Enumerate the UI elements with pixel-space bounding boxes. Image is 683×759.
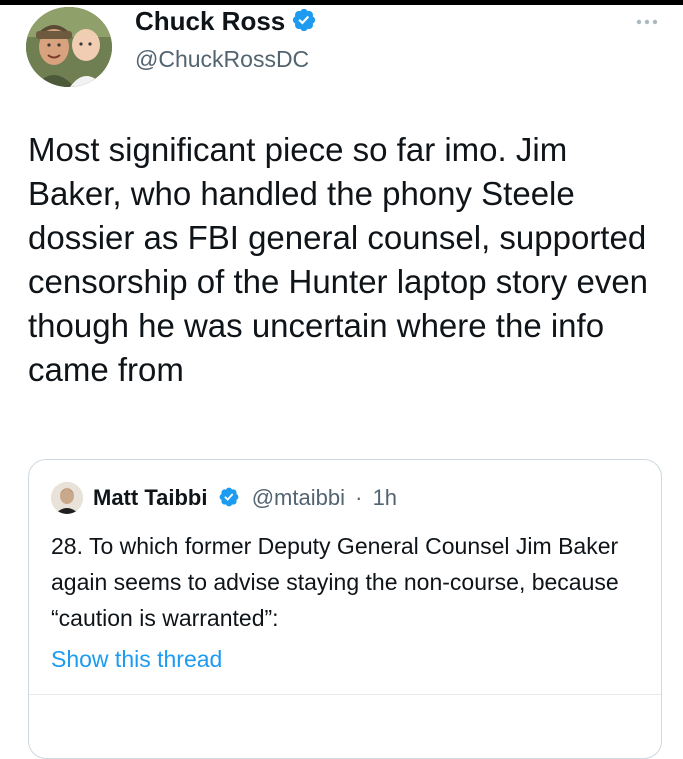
quoted-author-name[interactable]: Matt Taibbi [93,485,207,510]
verified-badge-icon [218,486,240,515]
quoted-header: Matt Taibbi @mtaibbi · 1h [93,484,397,515]
verified-badge-icon [291,7,317,39]
more-options-icon[interactable] [635,14,659,26]
quoted-separator: · [355,485,363,510]
author-name[interactable]: Chuck Ross [135,6,285,36]
quoted-author-handle[interactable]: @mtaibbi [252,485,345,510]
quoted-divider [29,694,661,695]
show-thread-link[interactable]: Show this thread [51,641,222,677]
quoted-timestamp[interactable]: 1h [373,485,397,510]
tweet: Chuck Ross @ChuckRossDC Most significant… [0,0,683,759]
author-avatar[interactable] [26,7,112,87]
author-name-row[interactable]: Chuck Ross [135,6,317,39]
tweet-text: Most significant piece so far imo. Jim B… [28,131,649,388]
quoted-tweet[interactable]: Matt Taibbi @mtaibbi · 1h 28. To which f… [28,459,662,759]
author-handle[interactable]: @ChuckRossDC [135,45,309,73]
quoted-author-avatar[interactable] [51,482,83,514]
quoted-tweet-text: 28. To which former Deputy General Couns… [51,533,619,631]
